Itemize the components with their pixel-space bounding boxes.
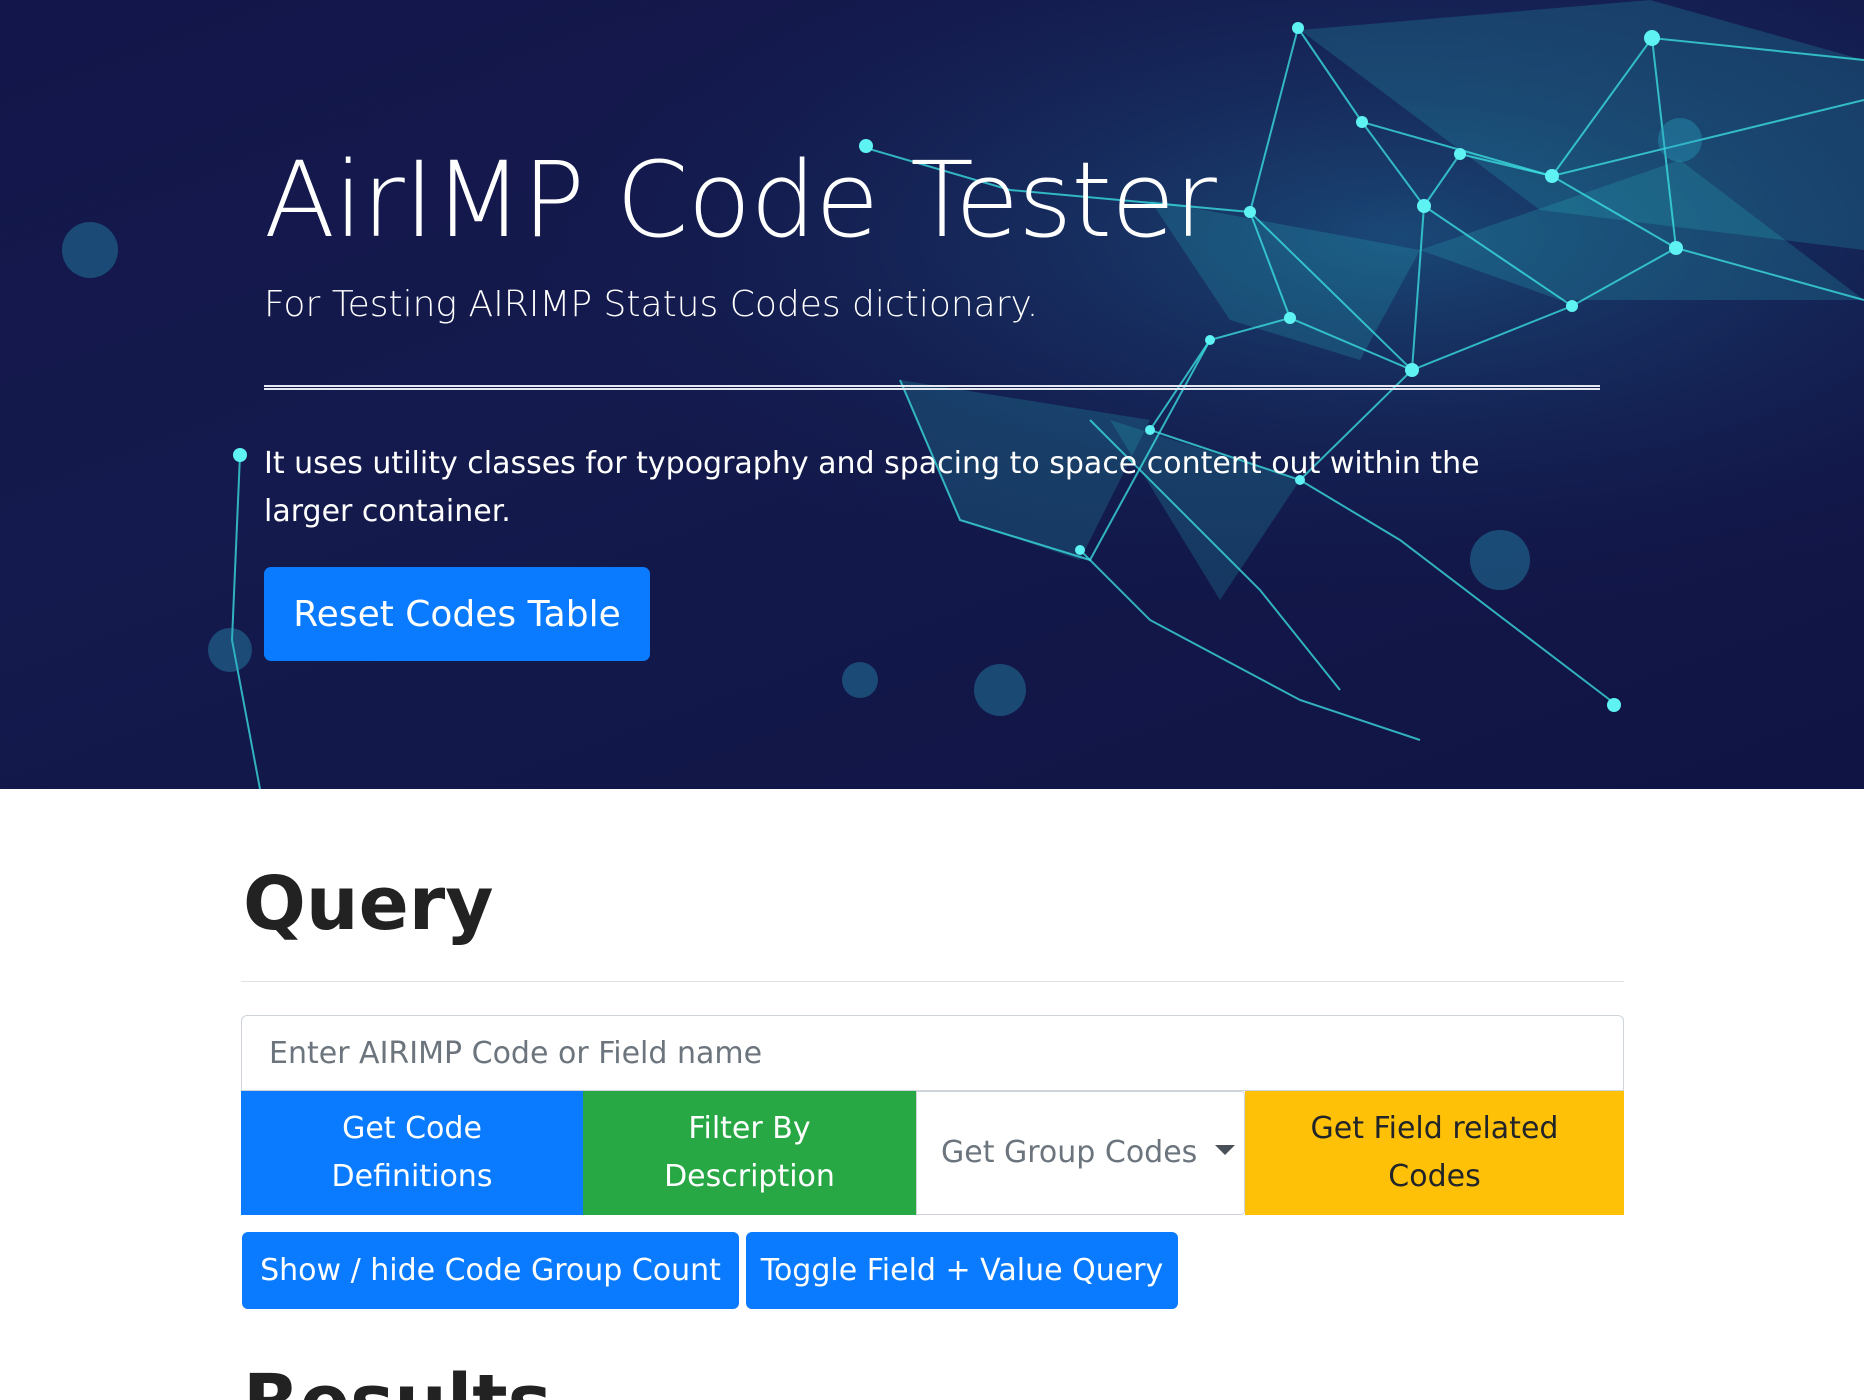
show-hide-code-group-count-button[interactable]: Show / hide Code Group Count (242, 1232, 739, 1309)
network-background-image (0, 0, 1864, 789)
filter-by-description-label: Filter By Description (664, 1111, 835, 1194)
get-field-related-codes-button[interactable]: Get Field related Codes (1245, 1091, 1624, 1215)
hero-banner: AirIMP Code Tester For Testing AIRIMP St… (0, 0, 1864, 789)
hero-description: It uses utility classes for typography a… (264, 446, 1480, 529)
reset-codes-table-button[interactable]: Reset Codes Table (264, 567, 650, 661)
query-divider (241, 981, 1624, 982)
page-title: AirIMP Code Tester (264, 139, 1217, 261)
toggle-field-value-query-button[interactable]: Toggle Field + Value Query (746, 1232, 1178, 1309)
query-input[interactable] (241, 1015, 1624, 1091)
get-group-codes-label: Get Group Codes (941, 1135, 1198, 1170)
hero-divider (264, 385, 1600, 390)
get-code-definitions-button[interactable]: Get Code Definitions (241, 1091, 583, 1215)
caret-down-icon (1215, 1145, 1236, 1155)
get-field-related-codes-label: Get Field related Codes (1310, 1111, 1559, 1194)
get-code-definitions-label: Get Code Definitions (331, 1111, 493, 1194)
filter-by-description-button[interactable]: Filter By Description (583, 1091, 916, 1215)
query-button-group: Get Code Definitions Filter By Descripti… (241, 1091, 1624, 1215)
query-heading: Query (243, 861, 494, 947)
get-group-codes-dropdown[interactable]: Get Group Codes (916, 1091, 1245, 1215)
results-heading: Results (243, 1365, 552, 1400)
hero-subtitle: For Testing AIRIMP Status Codes dictiona… (264, 284, 1039, 325)
